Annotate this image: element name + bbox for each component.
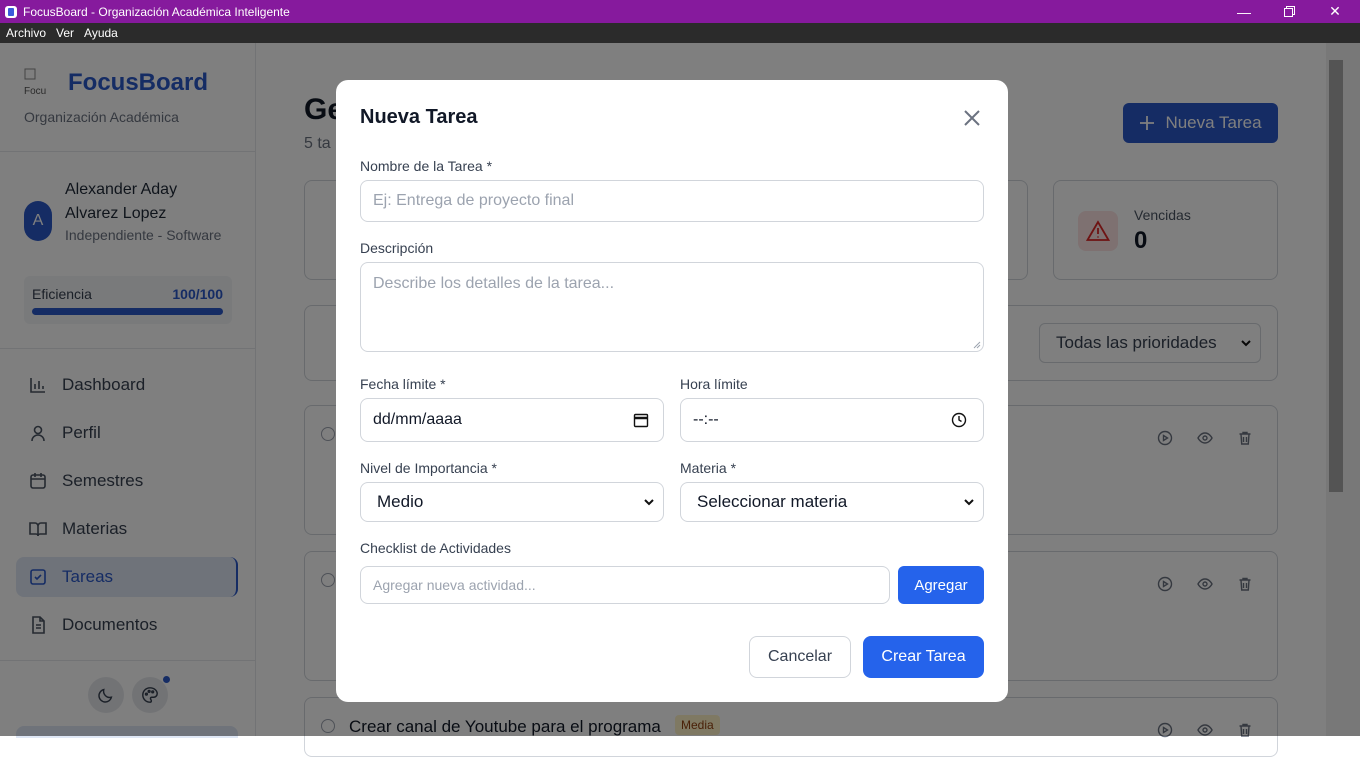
close-icon[interactable] <box>962 108 982 128</box>
menu-ver[interactable]: Ver <box>56 26 74 40</box>
menu-ayuda[interactable]: Ayuda <box>84 26 118 40</box>
importance-value: Medio <box>377 492 424 511</box>
cancel-button[interactable]: Cancelar <box>749 636 851 678</box>
add-activity-button[interactable]: Agregar <box>898 566 984 604</box>
description-label: Descripción <box>360 240 434 256</box>
due-date-value: dd/mm/aaaa <box>373 411 462 428</box>
window-titlebar: FocusBoard - Organización Académica Inte… <box>0 0 1360 23</box>
app-icon <box>5 5 17 18</box>
checklist-label: Checklist de Actividades <box>360 540 511 556</box>
subject-label: Materia * <box>680 460 737 476</box>
modal-title: Nueva Tarea <box>360 106 478 128</box>
menu-archivo[interactable]: Archivo <box>6 26 46 40</box>
due-date-input[interactable]: dd/mm/aaaa <box>360 398 664 442</box>
checklist-input[interactable]: Agregar nueva actividad... <box>360 566 890 604</box>
task-name-input[interactable]: Ej: Entrega de proyecto final <box>360 180 984 222</box>
resize-handle-icon[interactable] <box>971 339 981 349</box>
menubar: Archivo Ver Ayuda <box>0 23 1360 43</box>
create-task-button[interactable]: Crear Tarea <box>863 636 984 678</box>
close-window-icon[interactable]: ✕ <box>1312 0 1358 23</box>
description-placeholder: Describe los detalles de la tarea... <box>373 275 615 292</box>
importance-label: Nivel de Importancia * <box>360 460 497 476</box>
description-textarea[interactable]: Describe los detalles de la tarea... <box>360 262 984 352</box>
due-time-input[interactable]: --:-- <box>680 398 984 442</box>
maximize-icon[interactable] <box>1266 0 1312 23</box>
clock-icon[interactable] <box>951 412 967 428</box>
subject-select[interactable]: Seleccionar materia <box>680 482 984 522</box>
task-name-placeholder: Ej: Entrega de proyecto final <box>373 192 575 209</box>
new-task-modal: Nueva Tarea Nombre de la Tarea * Ej: Ent… <box>336 80 1008 702</box>
task-name-label: Nombre de la Tarea * <box>360 158 493 174</box>
checklist-placeholder: Agregar nueva actividad... <box>373 577 536 593</box>
chevron-down-icon <box>964 499 974 506</box>
subject-value: Seleccionar materia <box>697 492 848 511</box>
due-date-label: Fecha límite * <box>360 376 446 392</box>
due-time-value: --:-- <box>693 411 719 428</box>
calendar-icon[interactable] <box>633 412 649 428</box>
chevron-down-icon <box>644 499 654 506</box>
due-time-label: Hora límite <box>680 376 748 392</box>
minimize-icon[interactable]: — <box>1221 0 1267 23</box>
importance-select[interactable]: Medio <box>360 482 664 522</box>
window-title: FocusBoard - Organización Académica Inte… <box>23 4 290 19</box>
